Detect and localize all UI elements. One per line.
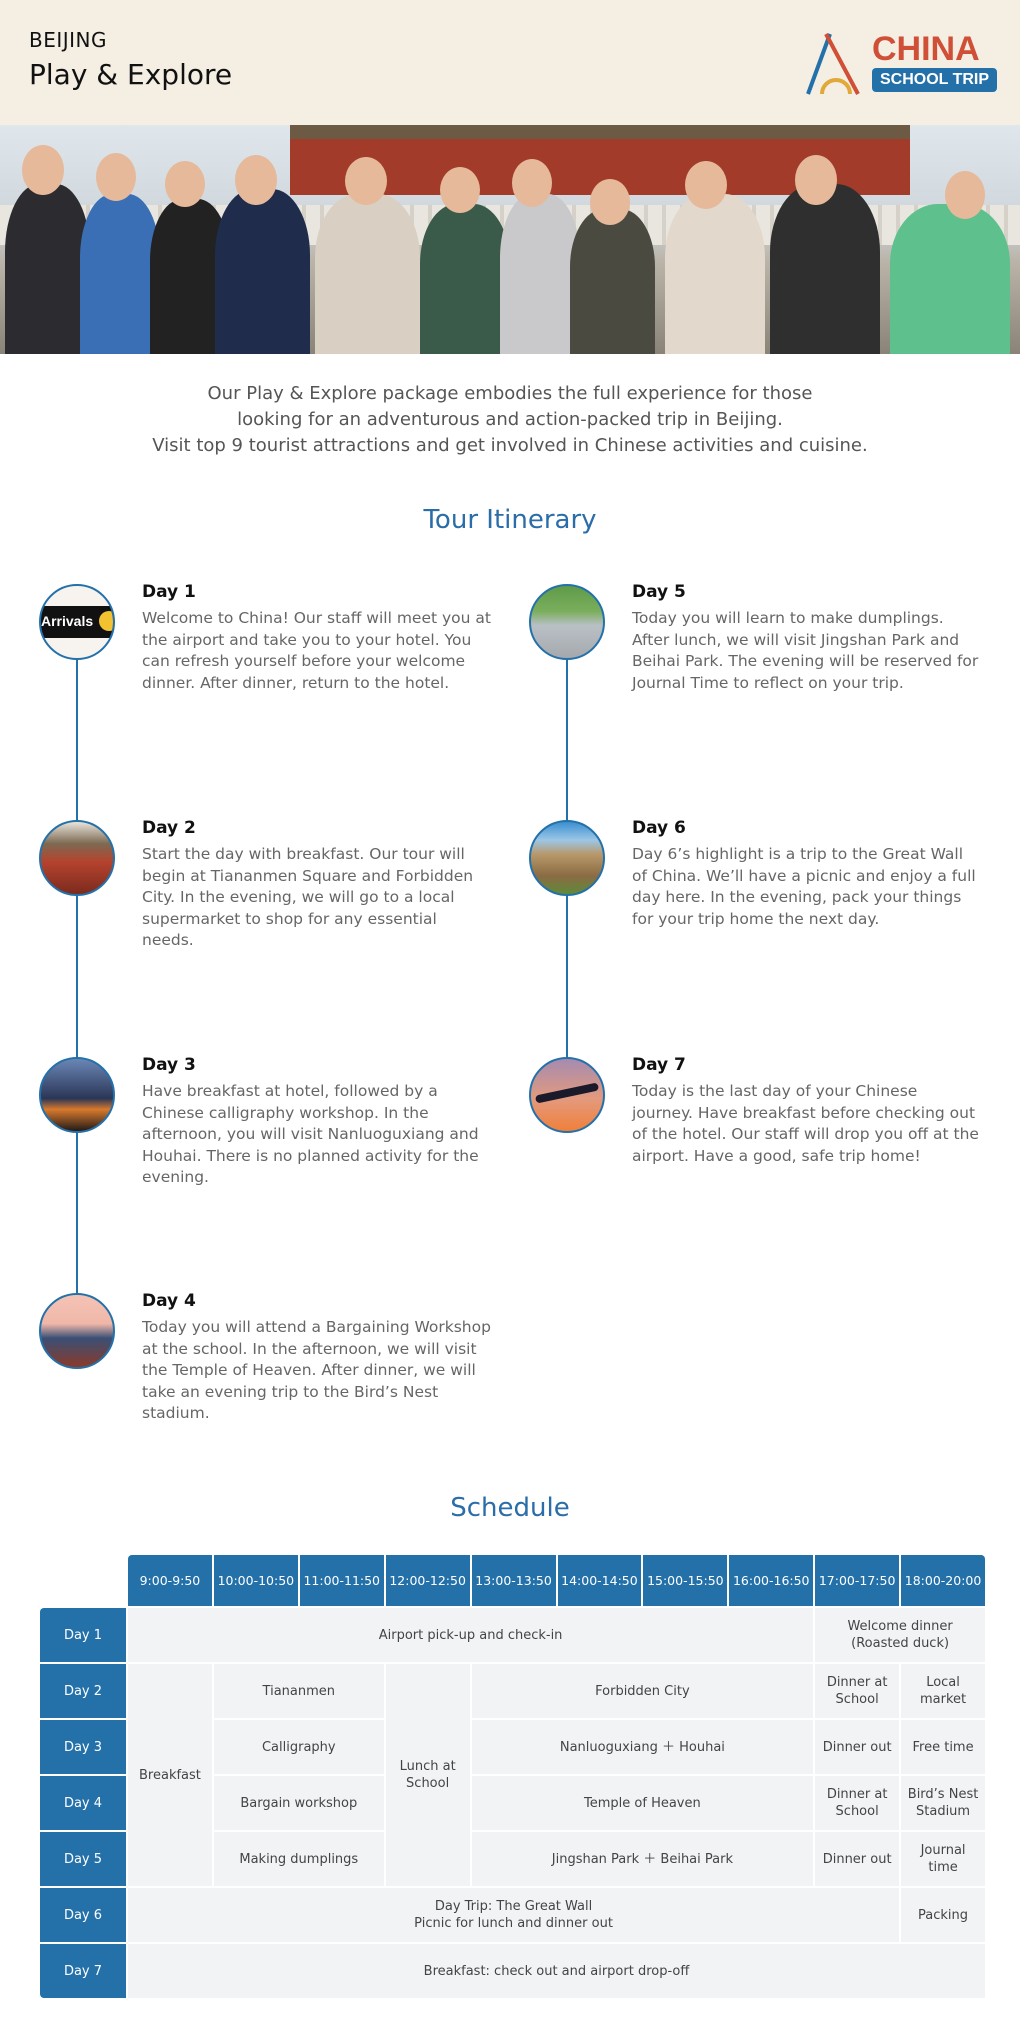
day-7-airplane-image [529,1057,605,1133]
day-heading: Day 5 [632,582,686,602]
itinerary-day-4: Day 4 Today you will attend a Bargaining … [142,1291,492,1425]
schedule-cell-line: Day Trip: The Great Wall [434,1899,593,1914]
day-label: Day 2 [40,1664,126,1718]
schedule-cell: Journal time [901,1832,985,1886]
schedule-cell: Dinner at School [815,1664,900,1718]
day-2-forbidden-city-image [39,820,115,896]
day-label: Day 4 [40,1776,126,1830]
day-description: Today you will learn to make dumplings. … [632,609,979,692]
schedule-cell: Dinner out [815,1720,900,1774]
intro-line-1: Our Play & Explore package embodies the … [207,383,813,404]
schedule-cell: Bird’s Nest Stadium [901,1776,985,1830]
timeline-line-left [76,660,78,1293]
schedule-cell: Day Trip: The Great Wall Picnic for lunc… [128,1888,900,1942]
time-header: 9:00-9:50 [128,1555,212,1606]
itinerary-day-7: Day 7 Today is the last day of your Chine… [632,1055,982,1167]
schedule-cell: Nanluoguxiang ＋ Houhai [471,1720,814,1774]
time-header: 18:00-20:00 [901,1555,985,1606]
china-school-trip-logo[interactable]: CHINA SCHOOL TRIP [800,28,1000,98]
time-header: 13:00-13:50 [471,1555,556,1606]
intro-line-2: looking for an adventurous and action-pa… [237,409,783,430]
day-description: Have breakfast at hotel, followed by a C… [142,1082,479,1186]
schedule-cell: Forbidden City [471,1664,814,1718]
schedule-cell: Temple of Heaven [471,1776,814,1830]
day-heading: Day 4 [142,1291,196,1311]
day-4-temple-of-heaven-image [39,1293,115,1369]
day-label: Day 6 [40,1888,126,1942]
day-6-great-wall-image [529,820,605,896]
day-3-houhai-image [39,1057,115,1133]
time-header: 12:00-12:50 [385,1555,470,1606]
schedule-title: Schedule [450,1493,570,1523]
schedule-cell: Breakfast [128,1664,212,1886]
schedule-cell: Free time [901,1720,985,1774]
schedule-cell: Local market [901,1664,985,1718]
schedule-cell: Calligraphy [213,1720,384,1774]
schedule-cell: Breakfast: check out and airport drop-of… [128,1944,985,1998]
time-header: 10:00-10:50 [213,1555,298,1606]
day-heading: Day 3 [142,1055,196,1075]
day-label: Day 5 [40,1832,126,1886]
intro-line-3: Visit top 9 tourist attractions and get … [152,435,868,456]
day-label: Day 3 [40,1720,126,1774]
schedule-cell: Dinner out [815,1832,900,1886]
package-title: Play & Explore [29,58,233,91]
itinerary-day-5: Day 5 Today you will learn to make dumpli… [632,582,982,694]
schedule-cell: Airport pick-up and check-in [128,1608,814,1662]
city-label: BEIJING [29,28,108,52]
schedule-table: 9:00-9:50 10:00-10:50 11:00-11:50 12:00-… [40,1555,985,1998]
day-label: Day 1 [40,1608,126,1662]
time-header: 14:00-14:50 [557,1555,642,1606]
time-header: 15:00-15:50 [643,1555,728,1606]
schedule-cell: Bargain workshop [213,1776,384,1830]
time-header: 16:00-16:50 [729,1555,814,1606]
hero-group-photo [0,125,1020,354]
schedule-cell: Dinner at School [815,1776,900,1830]
itinerary-day-6: Day 6 Day 6’s highlight is a trip to the … [632,818,982,930]
schedule-cell: Lunch at School [385,1664,470,1886]
day-description: Welcome to China! Our staff will meet yo… [142,609,491,692]
day-description: Start the day with breakfast. Our tour w… [142,845,474,949]
schedule-cell-line: Picnic for lunch and dinner out [414,1916,613,1931]
day-description: Today is the last day of your Chinese jo… [632,1082,979,1165]
itinerary-day-3: Day 3 Have breakfast at hotel, followed b… [142,1055,492,1189]
itinerary-day-2: Day 2 Start the day with breakfast. Our t… [142,818,492,952]
logo-text-china: CHINA [872,30,980,68]
day-heading: Day 2 [142,818,196,838]
page-header: BEIJING Play & Explore CHINA SCHOOL TRIP [0,0,1020,125]
time-header: 11:00-11:50 [299,1555,384,1606]
day-5-park-image [529,584,605,660]
schedule-cell: Welcome dinner (Roasted duck) [815,1608,985,1662]
schedule-cell: Tiananmen [213,1664,384,1718]
time-header: 17:00-17:50 [815,1555,900,1606]
schedule-cell: Making dumplings [213,1832,384,1886]
day-description: Day 6’s highlight is a trip to the Great… [632,845,976,928]
day-heading: Day 7 [632,1055,686,1075]
schedule-cell: Packing [901,1888,985,1942]
day-label: Day 7 [40,1944,126,1998]
schedule-cell: Jingshan Park ＋ Beihai Park [471,1832,814,1886]
day-heading: Day 6 [632,818,686,838]
day-description: Today you will attend a Bargaining Works… [142,1318,491,1422]
arrivals-sign-text: Arrivals [41,613,94,629]
day-1-arrivals-image: Arrivals [39,584,115,660]
day-heading: Day 1 [142,582,196,602]
itinerary-day-1: Day 1 Welcome to China! Our staff will me… [142,582,492,694]
logo-chopsticks-icon [806,33,860,95]
logo-text-school-trip: SCHOOL TRIP [872,68,998,92]
itinerary-title: Tour Itinerary [423,505,597,535]
